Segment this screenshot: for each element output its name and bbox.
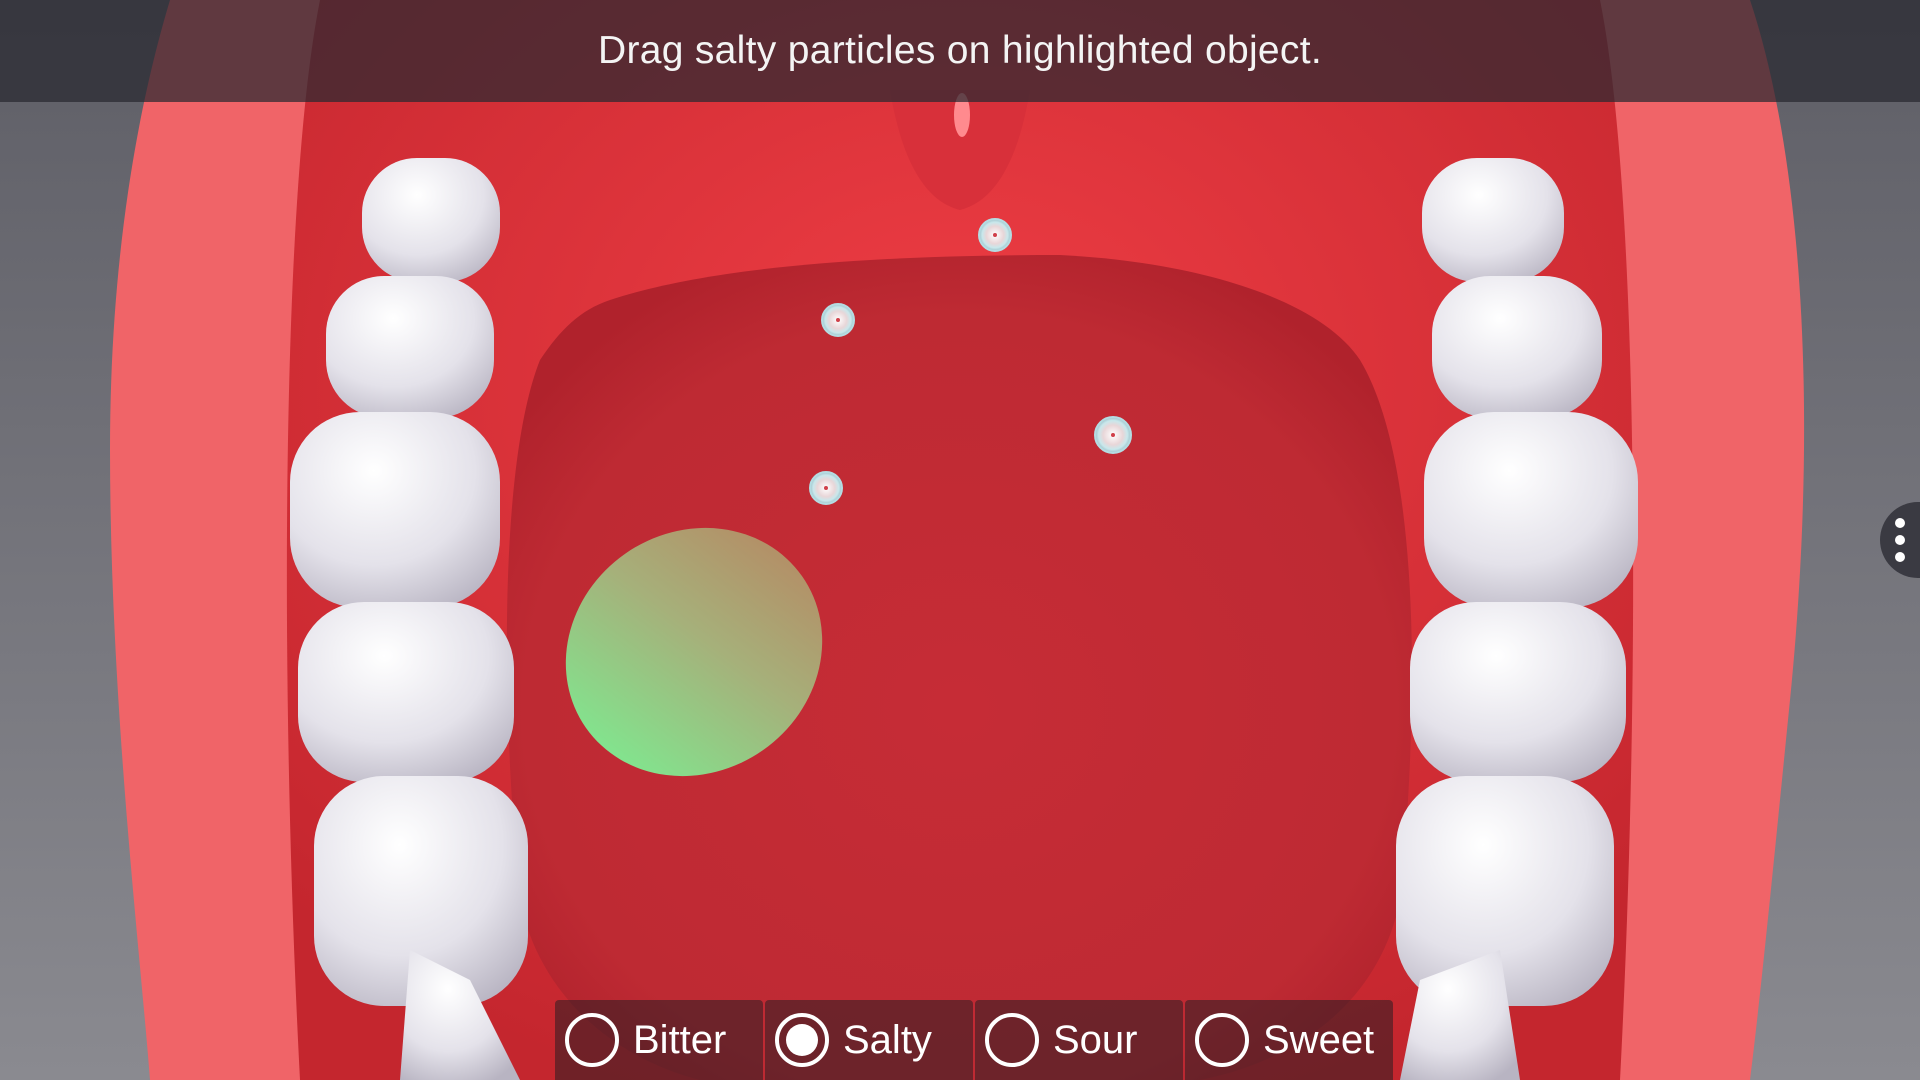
salt-particle-icon[interactable] <box>978 218 1012 252</box>
taste-option-sweet[interactable]: Sweet <box>1185 1000 1393 1080</box>
radio-unselected-icon <box>985 1013 1039 1067</box>
taste-selector: Bitter Salty Sour Sweet <box>555 1000 1393 1080</box>
more-vertical-icon <box>1895 552 1905 562</box>
mouth-scene <box>0 0 1920 1080</box>
instruction-bar: Drag salty particles on highlighted obje… <box>0 0 1920 102</box>
salt-particle-icon[interactable] <box>809 471 843 505</box>
taste-option-salty[interactable]: Salty <box>765 1000 973 1080</box>
taste-label: Sweet <box>1263 1017 1375 1062</box>
radio-unselected-icon <box>565 1013 619 1067</box>
salt-particle-icon[interactable] <box>1094 416 1132 454</box>
taste-label: Sour <box>1053 1017 1138 1062</box>
taste-label: Salty <box>843 1017 932 1062</box>
radio-selected-icon <box>775 1013 829 1067</box>
instruction-text: Drag salty particles on highlighted obje… <box>598 29 1322 72</box>
radio-unselected-icon <box>1195 1013 1249 1067</box>
more-vertical-icon <box>1895 535 1905 545</box>
more-vertical-icon <box>1895 518 1905 528</box>
taste-option-bitter[interactable]: Bitter <box>555 1000 763 1080</box>
taste-label: Bitter <box>633 1017 727 1062</box>
taste-option-sour[interactable]: Sour <box>975 1000 1183 1080</box>
salt-particle-icon[interactable] <box>821 303 855 337</box>
